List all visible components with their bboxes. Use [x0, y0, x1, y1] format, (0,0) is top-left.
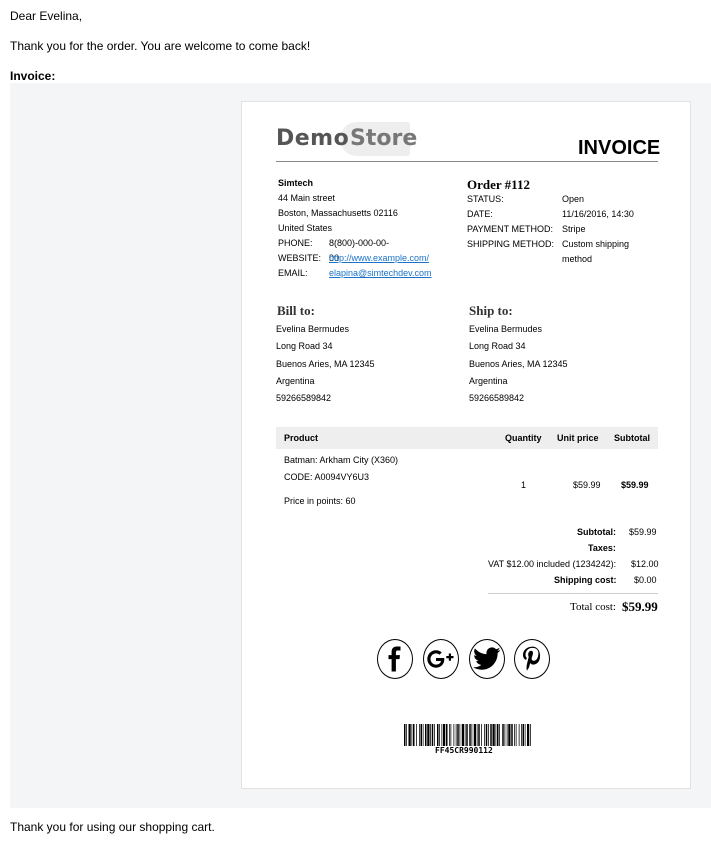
company-name: Simtech — [278, 178, 314, 188]
barcode — [404, 724, 531, 746]
product-unit-price: $59.99 — [573, 480, 601, 490]
company-info: Simtech 44 Main street Boston, Massachus… — [278, 176, 432, 281]
order-title: Order #112 — [467, 177, 530, 192]
phone-label: PHONE: — [278, 238, 313, 248]
ship-to-title: Ship to: — [469, 303, 513, 318]
bill-to-address: Evelina Bermudes Long Road 34 Buenos Ari… — [276, 321, 375, 407]
google-plus-icon[interactable] — [423, 639, 459, 679]
product-points: Price in points: 60 — [284, 496, 356, 506]
shipping-value-line1: Custom shipping — [562, 239, 630, 249]
ship-to-name: Evelina Bermudes — [469, 324, 543, 334]
subtotal-label: Subtotal: — [577, 527, 616, 537]
order-status-row: STATUS: Open — [467, 192, 667, 207]
company-country: United States — [278, 223, 333, 233]
logo-demo-text: Demo — [276, 126, 350, 151]
order-payment-row: PAYMENT METHOD: Stripe — [467, 222, 667, 237]
order-shipping-row-2: method — [467, 252, 667, 267]
company-city: Boston, Massachusetts 02116 — [278, 208, 398, 218]
email-label: EMAIL: — [278, 268, 308, 278]
header-quantity: Quantity — [505, 433, 542, 443]
ship-to-country: Argentina — [469, 375, 508, 386]
header-unit-price: Unit price — [557, 433, 599, 443]
facebook-icon[interactable] — [377, 639, 413, 679]
product-name: Batman: Arkham City (X360) — [284, 455, 399, 465]
subtotal-value: $59.99 — [629, 527, 657, 537]
product-subtotal: $59.99 — [621, 480, 649, 490]
total-cost-label: Total cost: — [570, 601, 616, 613]
vat-label: VAT $12.00 included (1234242): — [488, 559, 617, 569]
product-quantity: 1 — [521, 480, 527, 490]
order-date-row: DATE: 11/16/2016, 14:30 — [467, 207, 667, 222]
company-street: 44 Main street — [278, 193, 336, 203]
status-label: STATUS: — [467, 194, 504, 204]
company-website-row: WEBSITE: http://www.example.com/ — [278, 251, 429, 266]
store-logo: Demo Store — [276, 122, 436, 156]
shipping-label: SHIPPING METHOD: — [467, 239, 555, 249]
vat-value: $12.00 — [631, 559, 659, 569]
payment-label: PAYMENT METHOD: — [467, 224, 554, 234]
bill-to-city: Buenos Aries, MA 12345 — [276, 358, 375, 369]
company-phone-row: PHONE: 8(800)-000-00-00 — [278, 236, 398, 263]
bill-to-title: Bill to: — [277, 303, 315, 318]
shipping-value-line2: method — [562, 254, 593, 264]
ship-to-phone: 59266589842 — [469, 393, 525, 404]
header-divider — [276, 161, 658, 162]
bill-to-name: Evelina Bermudes — [276, 324, 350, 334]
ship-to-street: Long Road 34 — [469, 341, 526, 352]
bill-to-phone: 59266589842 — [276, 393, 332, 404]
header-subtotal: Subtotal — [614, 433, 650, 443]
bill-to-country: Argentina — [276, 375, 315, 386]
website-link[interactable]: http://www.example.com/ — [329, 251, 429, 266]
payment-value: Stripe — [562, 224, 586, 234]
order-shipping-row: SHIPPING METHOD: Custom shipping — [467, 237, 667, 252]
greeting: Dear Evelina, — [10, 9, 83, 23]
order-info: STATUS: Open DATE: 11/16/2016, 14:30 PAY… — [467, 192, 667, 267]
invoice-label: Invoice: — [10, 69, 56, 83]
total-cost-value: $59.99 — [622, 599, 658, 614]
invoice-title: INVOICE — [578, 137, 661, 159]
website-label: WEBSITE: — [278, 253, 322, 263]
bill-to-street: Long Road 34 — [276, 341, 333, 352]
company-email-row: EMAIL: elapina@simtechdev.com — [278, 266, 432, 281]
ship-to-city: Buenos Aries, MA 12345 — [469, 358, 568, 369]
date-value: 11/16/2016, 14:30 — [562, 209, 634, 219]
email-link[interactable]: elapina@simtechdev.com — [329, 266, 432, 281]
shipping-cost-label: Shipping cost: — [554, 575, 617, 585]
status-value: Open — [562, 194, 585, 204]
date-label: DATE: — [467, 209, 493, 219]
thanks-message: Thank you for the order. You are welcome… — [10, 39, 311, 53]
pinterest-icon[interactable] — [514, 639, 550, 679]
ship-to-address: Evelina Bermudes Long Road 34 Buenos Ari… — [469, 321, 568, 407]
twitter-icon[interactable] — [469, 639, 505, 679]
product-code: CODE: A0094VY6U3 — [284, 472, 370, 482]
taxes-label: Taxes: — [588, 543, 616, 553]
footer-message: Thank you for using our shopping cart. — [10, 820, 215, 834]
header-product: Product — [284, 433, 319, 443]
logo-store-text: Store — [350, 126, 418, 151]
barcode-text: FF45CR990112 — [435, 746, 493, 755]
totals-divider — [488, 593, 658, 594]
products-table-header: Product Quantity Unit price Subtotal — [276, 427, 658, 449]
shipping-cost-value: $0.00 — [634, 575, 657, 585]
